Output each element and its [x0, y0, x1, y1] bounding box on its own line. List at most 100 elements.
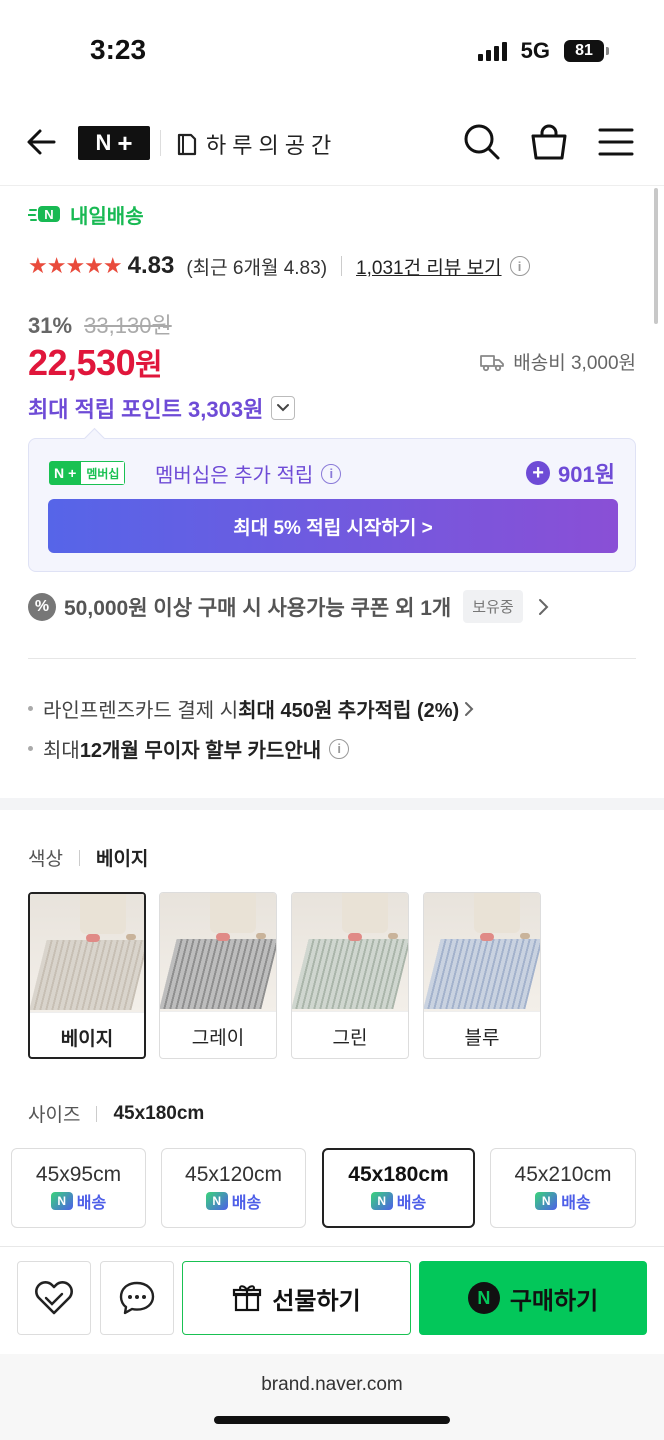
rating-summary: ★★★★★ 4.83 (최근 6개월 4.83) 1,031건 리뷰 보기 i — [28, 252, 530, 280]
size-option-label: 45x120cm — [185, 1163, 282, 1186]
delivery-badge: N 배송 — [50, 1189, 107, 1213]
heart-icon — [35, 1281, 73, 1315]
membership-promo: N + 멤버십 멤버십은 추가 적립 i + 901원 최대 5% 적립 시작하기… — [28, 438, 636, 572]
color-option-1[interactable]: 베이지 — [28, 892, 146, 1059]
product-thumbnail — [424, 893, 540, 1011]
size-option-2[interactable]: 45x120cm N 배송 — [161, 1148, 306, 1228]
product-thumbnail — [30, 894, 144, 1012]
shopping-bag-icon — [531, 124, 567, 160]
chevron-right-icon — [538, 598, 549, 615]
size-option-1[interactable]: 45x95cm N 배송 — [11, 1148, 146, 1228]
color-option-label: 블루 — [424, 1011, 540, 1058]
color-option-4[interactable]: 블루 — [423, 892, 541, 1059]
membership-points: + 901원 — [526, 457, 615, 489]
delivery-badge: N 배송 — [535, 1189, 591, 1213]
scrollbar[interactable] — [654, 188, 658, 324]
delivery-badge: N 배송 — [370, 1189, 427, 1213]
start-membership-button[interactable]: 최대 5% 적립 시작하기 > — [48, 499, 618, 553]
membership-amount: 901원 — [558, 462, 615, 487]
divider — [28, 658, 636, 659]
network-type: 5G — [520, 38, 550, 63]
installment-prefix: 최대 — [43, 740, 80, 762]
coupon-row[interactable]: % 50,000원 이상 구매 시 사용가능 쿠폰 외 1개 보유중 — [28, 590, 551, 623]
membership-badge-label: 멤버십 — [81, 461, 126, 485]
sale-price: 22,530원 — [28, 340, 163, 384]
hamburger-icon — [598, 128, 634, 156]
browser-address-bar[interactable]: brand.naver.com — [0, 1354, 664, 1440]
installment-bold: 12개월 무이자 할부 카드안내 — [79, 740, 322, 762]
battery-icon: 81 — [564, 40, 609, 62]
info-icon[interactable]: i — [509, 256, 530, 276]
status-bar: 3:23 5G 81 — [0, 0, 664, 100]
delivery-badge: N 배송 — [205, 1189, 261, 1213]
store-link[interactable]: 하루의공간 — [176, 128, 337, 160]
store-icon — [177, 133, 197, 156]
info-icon[interactable]: i — [329, 738, 350, 759]
delivery-truck-icon: N — [28, 205, 60, 222]
menu-button[interactable] — [594, 120, 638, 164]
size-option-3[interactable]: 45x180cm N 배송 — [322, 1148, 475, 1228]
color-label: 색상 — [28, 849, 63, 870]
color-option-3[interactable]: 그린 — [291, 892, 409, 1059]
color-option-label: 그레이 — [160, 1011, 276, 1058]
points-label: 최대 적립 포인트 3,303원 — [28, 397, 264, 422]
discount-rate: 31% — [28, 313, 73, 338]
divider — [160, 130, 161, 156]
buy-button[interactable]: N 구매하기 — [419, 1261, 647, 1335]
gift-button[interactable]: 선물하기 — [182, 1261, 411, 1335]
home-indicator[interactable] — [214, 1416, 450, 1424]
installment-info-row[interactable]: 최대 12개월 무이자 할부 카드안내 i — [28, 734, 350, 763]
size-option-4[interactable]: 45x210cm N 배송 — [490, 1148, 636, 1228]
color-option-label: 색상 베이지 — [28, 844, 148, 871]
size-option-label: 45x95cm — [35, 1163, 122, 1186]
svg-text:N: N — [44, 207, 53, 222]
info-icon[interactable]: i — [321, 463, 342, 484]
color-option-2[interactable]: 그레이 — [159, 892, 277, 1059]
wishlist-button[interactable] — [17, 1261, 91, 1335]
color-option-label: 그린 — [292, 1011, 408, 1058]
delivery-text: 배송 — [561, 1195, 591, 1212]
gift-label: 선물하기 — [272, 1287, 361, 1315]
battery-level: 81 — [564, 40, 604, 62]
n-delivery-icon: N — [205, 1192, 228, 1210]
naver-plus-membership-badge: N + 멤버십 — [49, 461, 126, 485]
gift-icon — [233, 1285, 262, 1312]
coupon-owned-badge: 보유중 — [463, 590, 523, 623]
naver-pay-icon: N — [467, 1282, 500, 1314]
back-button[interactable] — [22, 122, 62, 162]
cart-button[interactable] — [527, 120, 571, 164]
status-time: 3:23 — [90, 34, 147, 65]
delivery-label: 내일배송 — [70, 206, 144, 228]
chevron-right-icon — [465, 701, 474, 716]
plus-circle-icon: + — [526, 461, 551, 485]
original-price: 33,130원 — [84, 313, 172, 338]
delivery-text: 배송 — [396, 1195, 427, 1212]
buy-label: 구매하기 — [509, 1287, 599, 1315]
selected-color: 베이지 — [95, 849, 149, 870]
coupon-text: 50,000원 이상 구매 시 사용가능 쿠폰 외 1개 — [64, 596, 452, 620]
section-divider — [0, 798, 664, 810]
delivery-text: 배송 — [76, 1195, 107, 1212]
percent-coupon-icon: % — [28, 592, 56, 621]
tomorrow-delivery-badge: N 내일배송 — [28, 200, 144, 229]
url-text: brand.naver.com — [261, 1374, 403, 1395]
size-option-label: 사이즈 45x180cm — [28, 1100, 204, 1127]
status-indicators: 5G 81 — [477, 38, 609, 64]
truck-icon — [480, 354, 505, 371]
max-points[interactable]: 최대 적립 포인트 3,303원 — [28, 392, 296, 424]
size-option-label: 45x210cm — [514, 1163, 612, 1186]
chevron-down-icon[interactable] — [271, 396, 296, 420]
reviews-link[interactable]: 1,031건 리뷰 보기 — [356, 253, 502, 280]
shipping-label: 배송비 3,000원 — [513, 353, 636, 374]
rating-score: 4.83 — [127, 252, 175, 279]
talk-button[interactable] — [100, 1261, 174, 1335]
card-benefit-row[interactable]: 라인프렌즈카드 결제 시 최대 450원 추가적립 (2%) — [28, 694, 475, 723]
size-label: 사이즈 — [28, 1105, 81, 1126]
star-rating-icon: ★★★★★ — [28, 253, 123, 278]
product-thumbnail — [292, 893, 408, 1011]
divider — [341, 256, 343, 276]
search-button[interactable] — [460, 120, 504, 164]
n-delivery-icon: N — [370, 1192, 393, 1210]
membership-text: 멤버십은 추가 적립 i — [155, 459, 342, 488]
naver-plus-logo[interactable]: N + — [78, 126, 150, 160]
